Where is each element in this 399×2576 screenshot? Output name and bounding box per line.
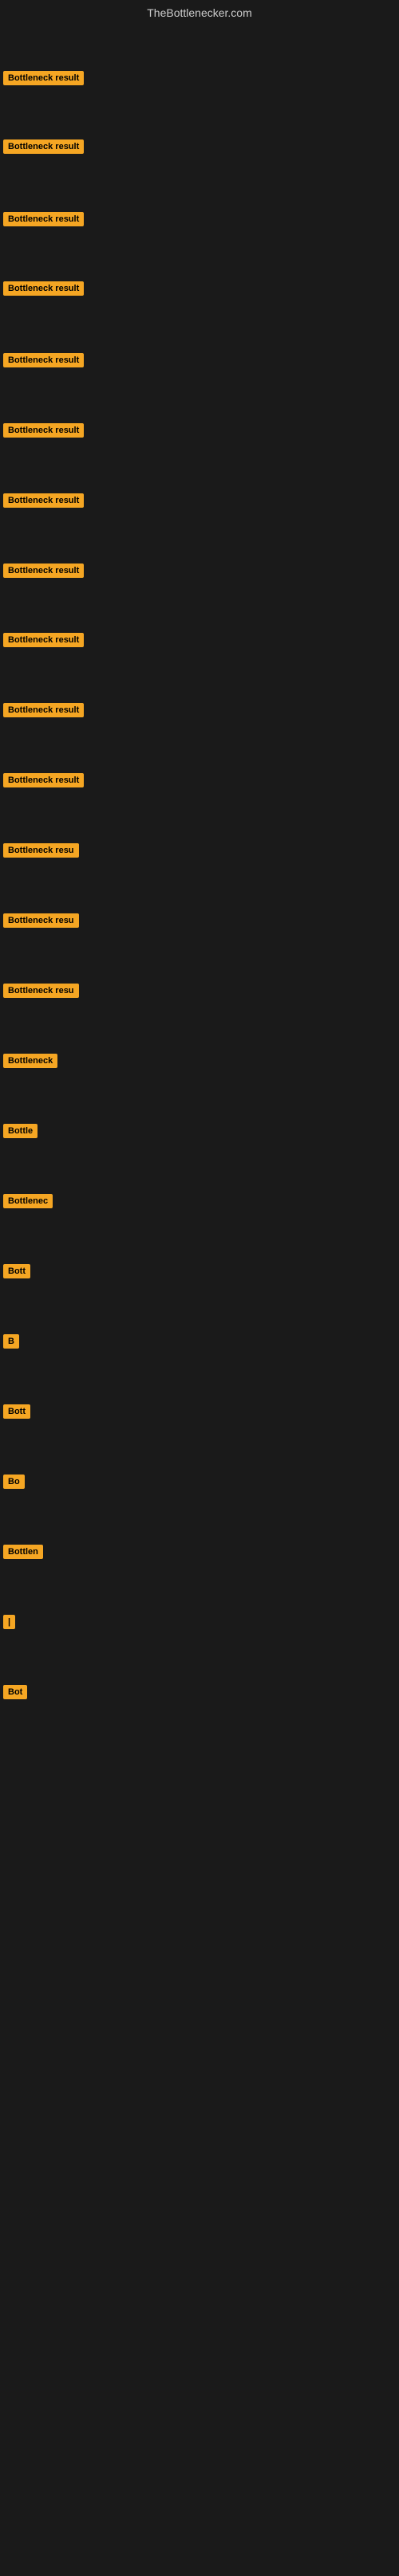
bottleneck-badge-3: Bottleneck result bbox=[3, 212, 84, 226]
bottleneck-badge-17: Bottlenec bbox=[3, 1194, 53, 1208]
bottleneck-badge-10: Bottleneck result bbox=[3, 703, 84, 717]
bottleneck-badge-22: Bottlen bbox=[3, 1545, 43, 1559]
bottleneck-badge-4: Bottleneck result bbox=[3, 281, 84, 296]
bottleneck-badge-16: Bottle bbox=[3, 1124, 38, 1138]
bottleneck-badge-19: B bbox=[3, 1334, 19, 1349]
site-title: TheBottlenecker.com bbox=[0, 0, 399, 26]
badges-container: Bottleneck result Bottleneck result Bottle… bbox=[0, 26, 399, 2576]
bottleneck-badge-7: Bottleneck result bbox=[3, 493, 84, 508]
bottleneck-badge-18: Bott bbox=[3, 1264, 30, 1278]
bottleneck-badge-15: Bottleneck bbox=[3, 1054, 57, 1068]
bottleneck-badge-14: Bottleneck resu bbox=[3, 984, 79, 998]
bottleneck-badge-20: Bott bbox=[3, 1404, 30, 1419]
bottleneck-badge-1: Bottleneck result bbox=[3, 71, 84, 85]
bottleneck-badge-21: Bo bbox=[3, 1475, 25, 1489]
bottleneck-badge-12: Bottleneck resu bbox=[3, 843, 79, 858]
bottleneck-badge-6: Bottleneck result bbox=[3, 423, 84, 438]
bottleneck-badge-5: Bottleneck result bbox=[3, 353, 84, 367]
bottleneck-badge-23: | bbox=[3, 1615, 15, 1629]
bottleneck-badge-24: Bot bbox=[3, 1685, 27, 1699]
bottleneck-badge-11: Bottleneck result bbox=[3, 773, 84, 787]
bottleneck-badge-9: Bottleneck result bbox=[3, 633, 84, 647]
bottleneck-badge-2: Bottleneck result bbox=[3, 139, 84, 154]
bottleneck-badge-8: Bottleneck result bbox=[3, 564, 84, 578]
bottleneck-badge-13: Bottleneck resu bbox=[3, 913, 79, 928]
